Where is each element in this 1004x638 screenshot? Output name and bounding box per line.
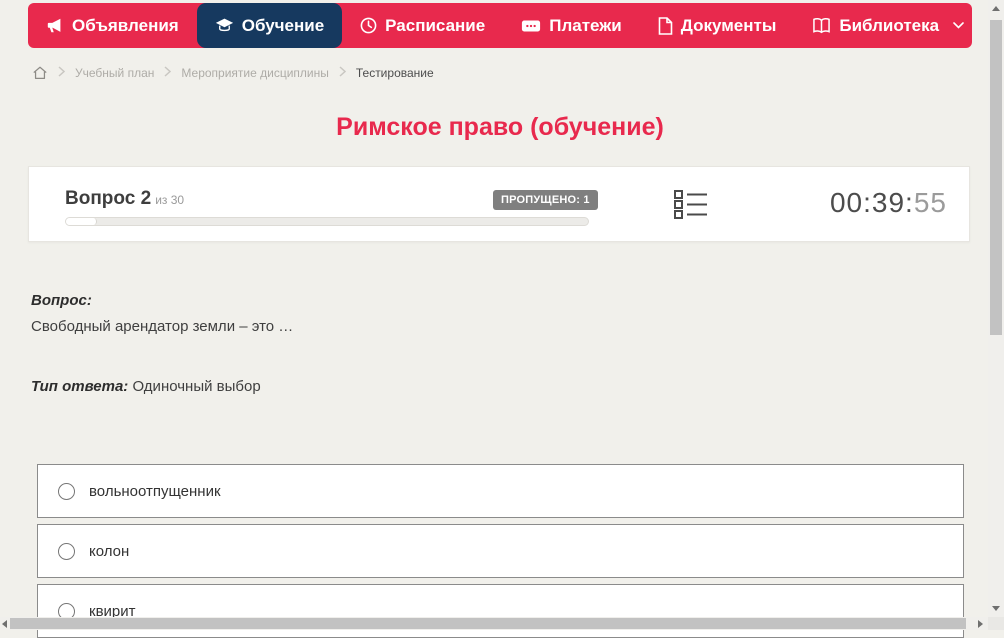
scroll-left-arrow-icon[interactable] [2, 620, 7, 628]
graduation-cap-icon [215, 16, 234, 35]
nav-item-label: Объявления [72, 15, 179, 35]
question-number-label: Вопрос 2 [65, 188, 152, 209]
question-label: Вопрос: [31, 292, 92, 309]
answer-option-2[interactable]: колон [37, 524, 964, 578]
clock-icon [360, 17, 377, 34]
megaphone-icon [46, 17, 64, 35]
breadcrumb-separator-icon [164, 66, 172, 80]
scroll-up-arrow-icon[interactable] [992, 6, 1000, 11]
checklist-icon [674, 188, 708, 225]
vertical-scrollbar[interactable] [988, 0, 1004, 617]
question-status-card: Вопрос 2 из 30 ПРОПУЩЕНО: 1 00:39:55 [28, 166, 970, 242]
nav-item-payments[interactable]: Платежи [503, 3, 640, 48]
nav-item-schedule[interactable]: Расписание [342, 3, 503, 48]
answer-type: Тип ответа: Одиночный выбор [31, 378, 261, 395]
breadcrumb-item-curriculum[interactable]: Учебный план [75, 66, 154, 80]
nav-item-label: Библиотека [839, 15, 940, 35]
banknote-icon [521, 18, 541, 34]
home-icon[interactable] [32, 65, 48, 81]
page-title: Римское право (обучение) [336, 113, 664, 141]
breadcrumb-separator-icon [58, 66, 66, 80]
answer-type-value: Одиночный выбор [132, 378, 261, 395]
vertical-scrollbar-thumb[interactable] [990, 20, 1002, 335]
breadcrumb-item-testing: Тестирование [355, 66, 434, 80]
nav-item-label: Расписание [385, 15, 486, 35]
book-icon [812, 17, 831, 34]
timer-main: 00:39: [829, 187, 914, 218]
nav-item-announcements[interactable]: Объявления [28, 3, 197, 48]
document-icon [658, 16, 673, 35]
nav-item-documents[interactable]: Документы [640, 3, 795, 48]
progress-bar [65, 217, 589, 226]
horizontal-scrollbar[interactable] [0, 617, 988, 630]
chevron-down-icon [953, 22, 964, 29]
breadcrumb-separator-icon [339, 66, 346, 80]
nav-item-label: Документы [680, 15, 777, 35]
scroll-down-arrow-icon[interactable] [992, 606, 1000, 611]
scroll-right-arrow-icon[interactable] [978, 620, 983, 628]
radio-button[interactable] [58, 542, 75, 560]
breadcrumb: Учебный план Мероприятие дисциплины Тест… [32, 64, 434, 82]
horizontal-scrollbar-thumb[interactable] [10, 618, 966, 629]
question-of-label: из 30 [155, 193, 185, 207]
answer-type-label: Тип ответа: [31, 378, 129, 395]
question-number: Вопрос 2 из 30 [65, 188, 184, 210]
breadcrumb-item-discipline-event[interactable]: Мероприятие дисциплины [181, 66, 328, 80]
answer-option-label: вольноотпущенник [89, 482, 221, 500]
nav-item-label: Обучение [241, 15, 325, 35]
question-text: Свободный арендатор земли – это … [31, 318, 294, 335]
answer-option-1[interactable]: вольноотпущенник [37, 464, 964, 518]
scrollbar-corner [988, 617, 1004, 630]
timer-seconds: 55 [913, 187, 947, 218]
countdown-timer: 00:39:55 [830, 187, 947, 219]
skipped-badge: ПРОПУЩЕНО: 1 [493, 190, 598, 210]
radio-button[interactable] [58, 482, 75, 500]
main-nav: Объявления Обучение Расписание Платежи Д… [28, 3, 972, 48]
nav-item-learning[interactable]: Обучение [196, 3, 343, 48]
nav-item-label: Платежи [549, 15, 622, 35]
nav-item-library[interactable]: Библиотека [794, 3, 982, 48]
progress-bar-fill [66, 218, 98, 225]
answer-option-label: колон [89, 542, 130, 560]
question-list-button[interactable] [674, 188, 708, 225]
